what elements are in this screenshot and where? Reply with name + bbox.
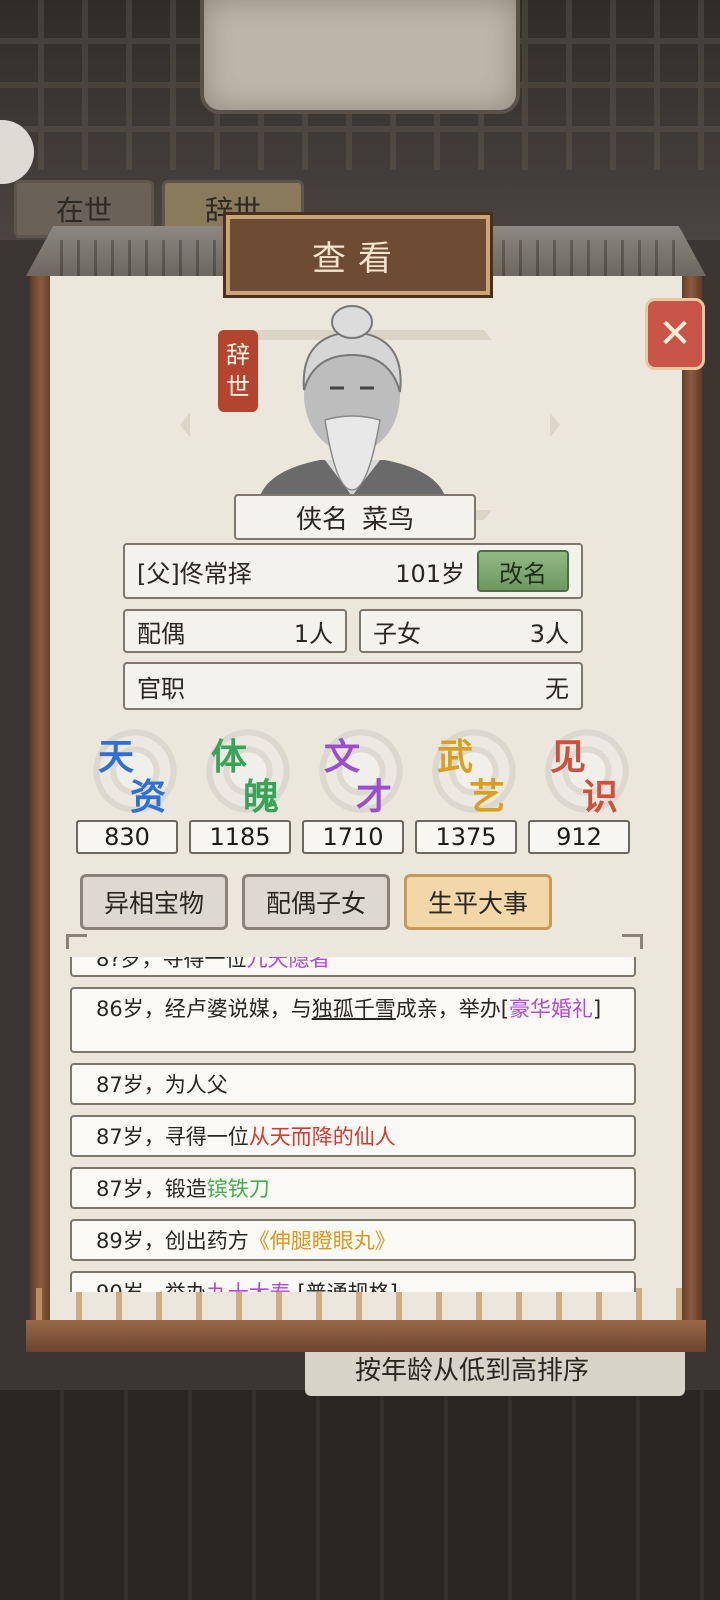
modal-title-plate: 查看 <box>226 215 490 295</box>
attr-knowledge-char-1: 见 <box>550 737 587 778</box>
hero-name: 菜鸟 <box>362 504 415 535</box>
seal-char-2: 世 <box>226 373 250 401</box>
official-label: 官职 <box>137 674 185 703</box>
spouse-count: 1人 <box>293 619 333 648</box>
life-events-list[interactable]: 8?岁，寻得一位九天隐者 86岁，经卢婆说媒，与独孤千雪成亲，举办[豪华婚礼] … <box>70 957 636 1292</box>
person-age: 101岁 <box>395 559 465 588</box>
official-value: 无 <box>545 674 569 703</box>
modal-railing <box>36 1288 696 1324</box>
rename-button[interactable]: 改名 <box>477 550 569 592</box>
list-item: 89岁，创出药方《伸腿瞪眼丸》 <box>70 1219 636 1261</box>
list-item: 86岁，经卢婆说媒，与独孤千雪成亲，举办[豪华婚礼] <box>70 987 636 1053</box>
tab-life-events[interactable]: 生平大事 <box>404 874 552 930</box>
spouse-name-link[interactable]: 独孤千雪 <box>312 997 396 1021</box>
background-bottom <box>0 1390 720 1600</box>
character-portrait <box>260 305 445 496</box>
attr-physique-char-2: 魄 <box>243 777 280 818</box>
list-item: 87岁，为人父 <box>70 1063 636 1105</box>
close-button[interactable]: ✕ <box>645 298 705 370</box>
corner-ornament-right <box>622 934 643 949</box>
attr-literary-char-2: 才 <box>356 777 393 818</box>
modal-bottom-rail <box>26 1320 706 1352</box>
attr-knowledge: 见 识 <box>530 728 634 818</box>
modal-title: 查看 <box>312 238 404 279</box>
corner-ornament-left <box>66 934 87 949</box>
list-item: 8?岁，寻得一位九天隐者 <box>70 957 636 977</box>
attr-literary: 文 才 <box>304 728 408 818</box>
attr-martial-char-1: 武 <box>437 737 474 778</box>
hero-name-label: 侠名 <box>295 504 348 535</box>
tab-family[interactable]: 配偶子女 <box>242 874 390 930</box>
attr-talent-char-2: 资 <box>130 777 167 818</box>
attr-talent-value: 830 <box>76 820 178 854</box>
attr-martial: 武 艺 <box>417 728 521 818</box>
background-painting <box>200 0 520 114</box>
attr-physique-char-1: 体 <box>211 737 248 778</box>
attr-literary-char-1: 文 <box>324 737 361 778</box>
list-item: 87岁，锻造镔铁刀 <box>70 1167 636 1209</box>
children-count: 3人 <box>529 619 569 648</box>
list-item: 90岁，举办九十大寿 [普通规格] <box>70 1271 636 1292</box>
tab-treasures[interactable]: 异相宝物 <box>80 874 228 930</box>
official-row: 官职 无 <box>123 662 583 710</box>
person-info-row: [父]佟常择 101岁 改名 <box>123 543 583 599</box>
close-x-icon: ✕ <box>658 311 692 357</box>
seal-char-1: 辞 <box>226 341 250 369</box>
attr-martial-char-2: 艺 <box>469 777 506 818</box>
list-item: 87岁，寻得一位从天而降的仙人 <box>70 1115 636 1157</box>
children-row: 子女 3人 <box>359 609 583 653</box>
person-name: [父]佟常择 <box>137 559 252 588</box>
spouse-label: 配偶 <box>137 619 185 648</box>
attr-knowledge-char-2: 识 <box>582 777 619 818</box>
scroll-rod-right <box>680 276 702 1336</box>
attr-physique: 体 魄 <box>191 728 295 818</box>
children-label: 子女 <box>373 619 421 648</box>
attr-knowledge-value: 912 <box>528 820 630 854</box>
scroll-rod-left <box>30 276 52 1336</box>
spouse-row: 配偶 1人 <box>123 609 347 653</box>
attr-literary-value: 1710 <box>302 820 404 854</box>
attr-martial-value: 1375 <box>415 820 517 854</box>
hero-name-box: 侠名 菜鸟 <box>234 494 476 540</box>
attr-talent: 天 资 <box>78 728 182 818</box>
attr-talent-char-1: 天 <box>98 737 135 778</box>
attr-physique-value: 1185 <box>189 820 291 854</box>
